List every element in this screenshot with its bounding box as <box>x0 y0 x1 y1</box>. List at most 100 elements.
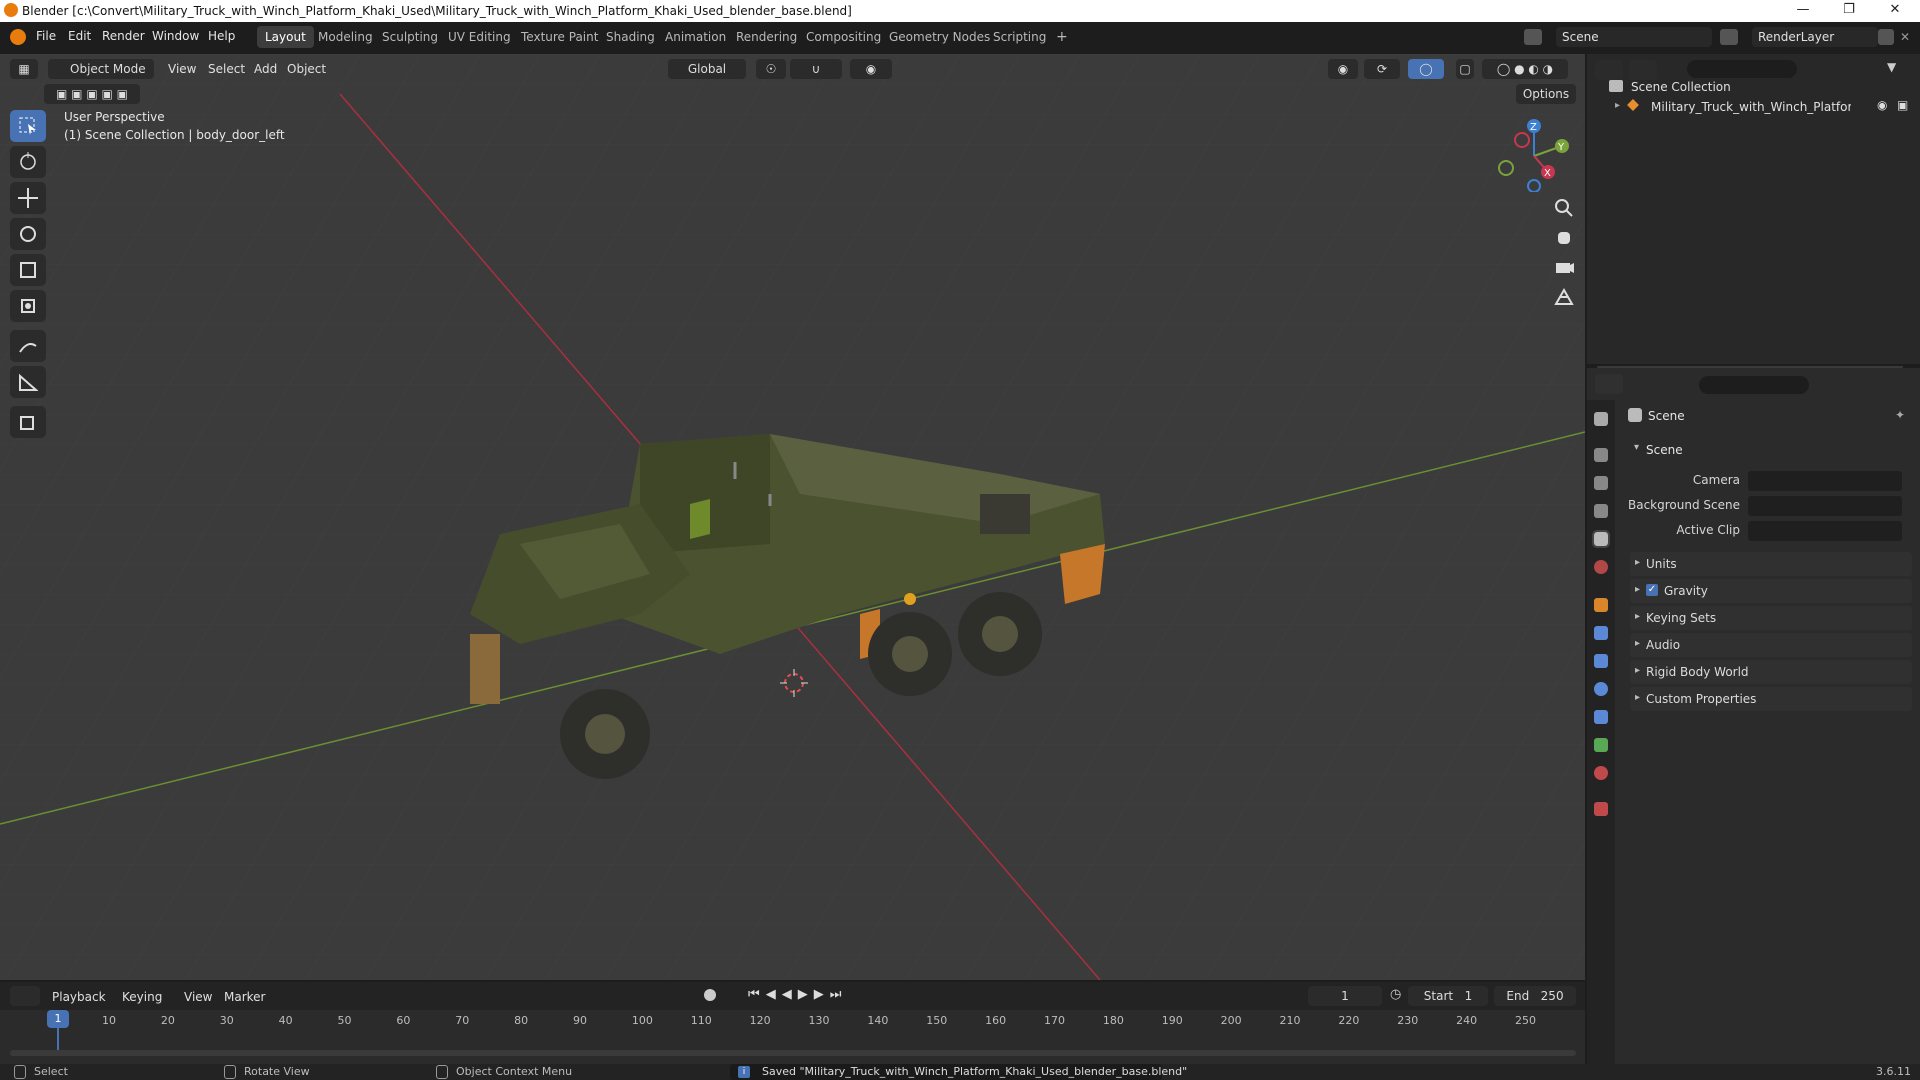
data-tab-icon[interactable] <box>1594 738 1608 752</box>
view-layer-tab-icon[interactable] <box>1594 504 1608 518</box>
world-tab-icon[interactable] <box>1594 560 1608 574</box>
menu-view[interactable]: View <box>168 59 196 79</box>
outliner[interactable]: ▼ Scene Collection ▸ Military_Truck_with… <box>1587 54 1920 369</box>
scale-tool[interactable] <box>10 254 46 286</box>
minimize-button[interactable]: — <box>1780 0 1826 22</box>
gravity-panel[interactable]: ▸ ✓ Gravity <box>1630 579 1912 603</box>
outliner-editor-icon[interactable] <box>1595 60 1623 80</box>
playhead[interactable]: 1 <box>47 1010 69 1028</box>
menu-select[interactable]: Select <box>208 59 245 79</box>
output-tab-icon[interactable] <box>1594 476 1608 490</box>
scene-browse-icon[interactable] <box>1524 29 1542 45</box>
eye-icon[interactable]: ◉ <box>1877 98 1887 112</box>
proportional-edit-icon[interactable]: ◉ <box>850 59 892 79</box>
tab-texture-paint[interactable]: Texture Paint <box>513 26 606 48</box>
tab-scripting[interactable]: Scripting <box>985 26 1054 48</box>
properties-search-input[interactable] <box>1699 376 1809 394</box>
tab-animation[interactable]: Animation <box>657 26 734 48</box>
display-mode-icon[interactable] <box>1629 60 1657 80</box>
record-icon[interactable] <box>704 989 716 1001</box>
current-frame-field[interactable]: 1 <box>1308 986 1382 1006</box>
outliner-search-input[interactable] <box>1687 60 1797 78</box>
tool-tab-icon[interactable] <box>1594 412 1608 426</box>
visibility-icon[interactable]: ◉ <box>1328 59 1358 79</box>
audio-panel[interactable]: ▸ Audio <box>1630 633 1912 657</box>
start-frame-field[interactable]: Start 1 <box>1408 986 1488 1006</box>
tab-sculpting[interactable]: Sculpting <box>374 26 446 48</box>
shading-modes[interactable]: ◯ ● ◐ ◑ <box>1482 59 1568 79</box>
properties-editor-icon[interactable] <box>1595 374 1623 394</box>
renderlayer-browse-icon[interactable] <box>1720 29 1738 45</box>
menu-timeline-view[interactable]: View <box>184 987 212 1007</box>
tab-compositing[interactable]: Compositing <box>798 26 889 48</box>
timeline-scrollbar[interactable] <box>10 1050 1576 1056</box>
render-tab-icon[interactable] <box>1594 448 1608 462</box>
navigation-gizmo[interactable]: Z Y X <box>1490 112 1570 192</box>
move-tool[interactable] <box>10 182 46 214</box>
perspective-toggle-icon[interactable] <box>1550 284 1578 312</box>
particles-tab-icon[interactable] <box>1594 654 1608 668</box>
new-layer-icon[interactable] <box>1878 29 1894 45</box>
transform-tool[interactable] <box>10 290 46 322</box>
units-panel[interactable]: ▸ Units <box>1630 552 1912 576</box>
scene-collection-label[interactable]: Scene Collection <box>1631 80 1731 94</box>
overlay-toggle-icon[interactable]: ◯ <box>1408 59 1444 79</box>
scene-section-label[interactable]: Scene <box>1646 443 1683 457</box>
render-camera-icon[interactable]: ▣ <box>1897 98 1908 112</box>
tab-shading[interactable]: Shading <box>598 26 663 48</box>
add-cube-tool[interactable] <box>10 406 46 438</box>
texture-tab-icon[interactable] <box>1594 802 1608 816</box>
menu-render[interactable]: Render <box>102 29 145 43</box>
expand-chevron-icon[interactable]: ▸ <box>1615 100 1620 111</box>
3d-viewport[interactable]: ▦ Object Mode View Select Add Object Glo… <box>0 54 1585 980</box>
menu-window[interactable]: Window <box>152 29 199 43</box>
tab-modeling[interactable]: Modeling <box>310 26 381 48</box>
scene-field[interactable]: Scene <box>1556 27 1712 47</box>
rotate-tool[interactable] <box>10 218 46 250</box>
menu-edit[interactable]: Edit <box>68 29 91 43</box>
rigid-body-world-panel[interactable]: ▸ Rigid Body World <box>1630 660 1912 684</box>
menu-playback[interactable]: Playback <box>52 987 106 1007</box>
blender-menu-icon[interactable] <box>10 29 26 45</box>
section-chevron-icon[interactable]: ▾ <box>1634 442 1639 453</box>
maximize-button[interactable]: ❐ <box>1826 0 1872 22</box>
annotate-tool[interactable] <box>10 330 46 362</box>
timeline-editor-icon[interactable] <box>10 986 40 1006</box>
editor-type-icon[interactable]: ▦ <box>10 59 38 79</box>
custom-properties-panel[interactable]: ▸ Custom Properties <box>1630 687 1912 711</box>
orientation-select[interactable]: Global <box>668 59 746 79</box>
close-window-button[interactable]: ✕ <box>1872 0 1918 22</box>
clock-icon[interactable]: ◷ <box>1390 987 1401 1002</box>
add-workspace-icon[interactable]: + <box>1048 26 1076 48</box>
tab-geometry-nodes[interactable]: Geometry Nodes <box>881 26 998 48</box>
active-clip-field[interactable] <box>1748 521 1902 541</box>
xray-icon[interactable]: ▢ <box>1456 59 1474 79</box>
select-mode-buttons[interactable]: ▣ ▣ ▣ ▣ ▣ <box>44 84 140 104</box>
select-box-tool[interactable] <box>10 110 46 142</box>
renderlayer-field[interactable]: RenderLayer <box>1752 27 1878 47</box>
pin-icon[interactable]: ✦ <box>1895 408 1905 422</box>
outliner-item-label[interactable]: Military_Truck_with_Winch_Platform_Kh <box>1651 100 1851 114</box>
measure-tool[interactable] <box>10 366 46 398</box>
menu-keying[interactable]: Keying <box>122 987 162 1007</box>
scene-tab-icon[interactable] <box>1592 530 1610 548</box>
mode-select[interactable]: Object Mode <box>48 59 154 79</box>
menu-add[interactable]: Add <box>254 59 277 79</box>
camera-view-icon[interactable] <box>1550 254 1578 282</box>
zoom-icon[interactable] <box>1550 194 1578 222</box>
menu-object[interactable]: Object <box>287 59 326 79</box>
menu-marker[interactable]: Marker <box>224 987 265 1007</box>
keying-sets-panel[interactable]: ▸ Keying Sets <box>1630 606 1912 630</box>
options-button[interactable]: Options <box>1516 84 1576 104</box>
gizmo-toggle-icon[interactable]: ⟳ <box>1364 59 1400 79</box>
menu-file[interactable]: File <box>36 29 56 43</box>
background-scene-field[interactable] <box>1748 496 1902 516</box>
cursor-tool[interactable] <box>10 146 46 178</box>
pivot-icon[interactable]: ☉ <box>756 59 786 79</box>
gravity-checkbox[interactable]: ✓ <box>1646 584 1658 596</box>
pan-hand-icon[interactable] <box>1550 224 1578 252</box>
modifier-tab-icon[interactable] <box>1594 626 1608 640</box>
end-frame-field[interactable]: End 250 <box>1494 986 1576 1006</box>
object-tab-icon[interactable] <box>1594 598 1608 612</box>
remove-layer-icon[interactable]: ✕ <box>1900 30 1910 44</box>
